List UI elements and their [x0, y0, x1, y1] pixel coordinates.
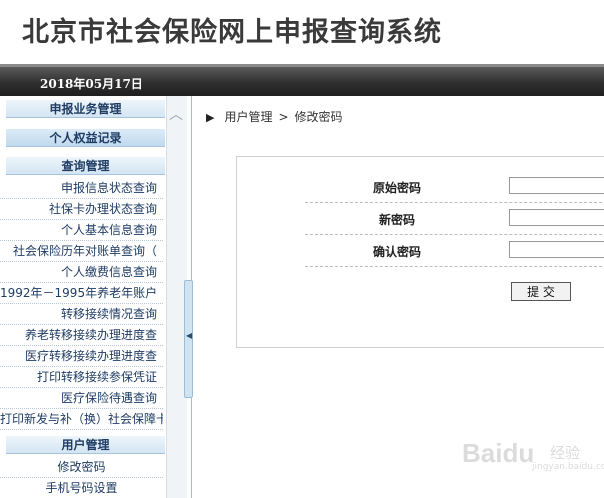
sidebar-item-medical-benefits[interactable]: 医疗保险待遇查询	[0, 388, 163, 409]
sidebar-item-pension-transfer-progress[interactable]: 养老转移接续办理进度查	[0, 325, 163, 346]
breadcrumb-parent: 用户管理	[224, 110, 273, 124]
baidu-jingyan-watermark: Baidu 经验 jingyan.baidu.com	[462, 434, 604, 474]
breadcrumb-current: 修改密码	[294, 110, 343, 124]
date-bar: 2018年05月17日	[0, 64, 604, 96]
sidebar-item-print-transfer-voucher[interactable]: 打印转移接续参保凭证	[0, 367, 163, 388]
sidebar-item-phone-setting[interactable]: 手机号码设置	[0, 478, 163, 498]
sidebar-category-business[interactable]: 申报业务管理	[6, 100, 165, 118]
old-password-label: 原始密码	[372, 181, 421, 195]
sidebar-nav: 申报业务管理 个人权益记录 查询管理 申报信息状态查询 社保卡办理状态查询 个人…	[0, 96, 186, 498]
sidebar-category-user[interactable]: 用户管理	[6, 436, 165, 454]
submit-button[interactable]: 提 交	[511, 282, 571, 301]
change-password-form: 原始密码 新密码 确认密码 提 交	[236, 156, 604, 348]
sidebar-category-query[interactable]: 查询管理	[6, 157, 165, 175]
triangle-right-icon: ▶	[206, 111, 215, 124]
sidebar-item-medical-transfer-progress[interactable]: 医疗转移接续办理进度查	[0, 346, 163, 367]
sidebar-item-print-new-card[interactable]: 打印新发与补（换）社会保障卡	[0, 409, 163, 430]
watermark-text: 经验	[550, 444, 581, 462]
sidebar-item-annual-statement[interactable]: 社会保险历年对账单查询（	[0, 241, 163, 262]
breadcrumb-separator: >	[278, 110, 289, 124]
sidebar-toggle[interactable]: ◀	[184, 280, 193, 398]
sidebar-item-declaration-status[interactable]: 申报信息状态查询	[0, 178, 163, 199]
confirm-password-row: 确认密码	[305, 235, 604, 267]
confirm-password-label: 确认密码	[372, 245, 421, 259]
sidebar-item-payment-info[interactable]: 个人缴费信息查询	[0, 262, 163, 283]
watermark-url: jingyan.baidu.com	[532, 462, 604, 472]
old-password-row: 原始密码	[305, 171, 604, 203]
sidebar-category-rights[interactable]: 个人权益记录	[6, 129, 165, 147]
sidebar-item-basic-info[interactable]: 个人基本信息查询	[0, 220, 163, 241]
chevron-up-icon[interactable]: ︿	[169, 108, 183, 122]
triangle-left-icon: ◀	[186, 331, 193, 340]
new-password-row: 新密码	[305, 203, 604, 235]
old-password-input[interactable]	[509, 177, 604, 194]
watermark-logo: Baidu	[462, 438, 535, 468]
sidebar-item-pension-account[interactable]: 1992年－1995年养老年账户	[0, 283, 163, 304]
sidebar-item-card-status[interactable]: 社保卡办理状态查询	[0, 199, 163, 220]
sidebar-item-change-password[interactable]: 修改密码	[0, 457, 163, 478]
sidebar-item-transfer-status[interactable]: 转移接续情况查询	[0, 304, 163, 325]
current-date: 2018年05月17日	[40, 77, 143, 91]
breadcrumb: ▶ 用户管理 > 修改密码	[206, 108, 343, 125]
new-password-input[interactable]	[509, 209, 604, 226]
site-title: 北京市社会保险网上申报查询系统	[22, 17, 442, 48]
new-password-label: 新密码	[378, 213, 415, 227]
header: 北京市社会保险网上申报查询系统	[0, 0, 604, 64]
confirm-password-input[interactable]	[509, 241, 604, 258]
